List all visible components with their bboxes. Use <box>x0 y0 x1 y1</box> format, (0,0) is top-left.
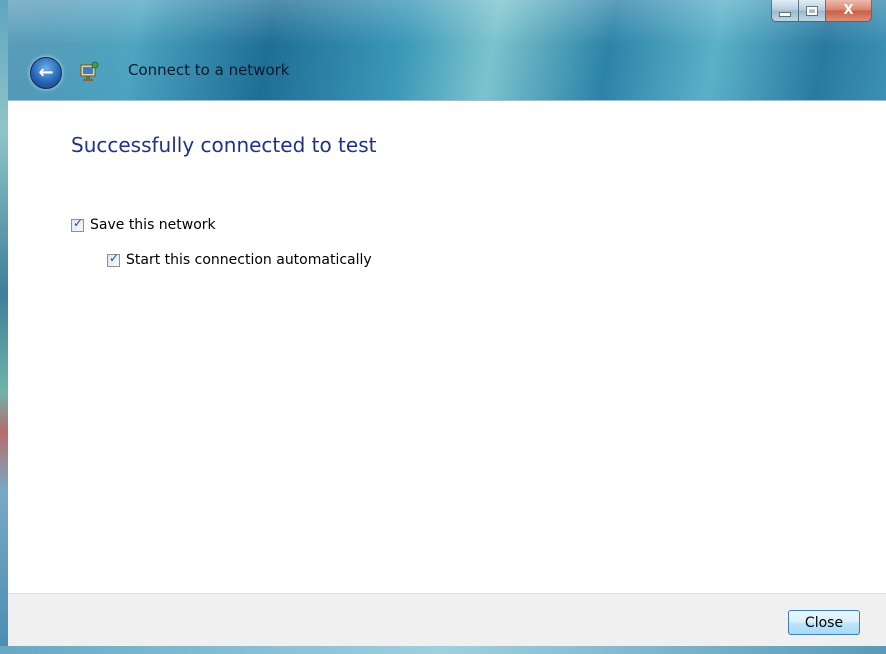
back-button[interactable]: ← <box>30 57 62 89</box>
title-bar[interactable]: X ← Connect to a network <box>8 0 886 101</box>
auto-connect-checkbox[interactable] <box>107 251 120 267</box>
save-network-label: Save this network <box>90 217 216 233</box>
auto-connect-label: Start this connection automatically <box>126 252 372 268</box>
back-arrow-icon: ← <box>38 62 54 83</box>
close-icon: X <box>843 3 854 18</box>
dialog-footer: Close <box>8 593 886 647</box>
auto-connect-option[interactable]: Start this connection automatically <box>107 251 372 268</box>
content-area: Successfully connected to test Save this… <box>8 101 886 593</box>
minimize-icon <box>779 12 791 17</box>
network-connection-icon <box>78 60 100 82</box>
save-network-checkbox[interactable] <box>71 216 84 232</box>
page-title: Successfully connected to test <box>71 133 377 157</box>
window-title: Connect to a network <box>128 61 290 79</box>
maximize-button[interactable] <box>799 0 826 22</box>
close-window-button[interactable]: X <box>826 0 872 22</box>
minimize-button[interactable] <box>771 0 799 22</box>
save-network-option[interactable]: Save this network <box>71 216 216 233</box>
window-frame-left <box>0 0 8 654</box>
maximize-icon <box>806 5 818 16</box>
caption-buttons: X <box>771 0 872 22</box>
close-button[interactable]: Close <box>788 610 860 635</box>
window-frame-bottom <box>0 646 886 654</box>
